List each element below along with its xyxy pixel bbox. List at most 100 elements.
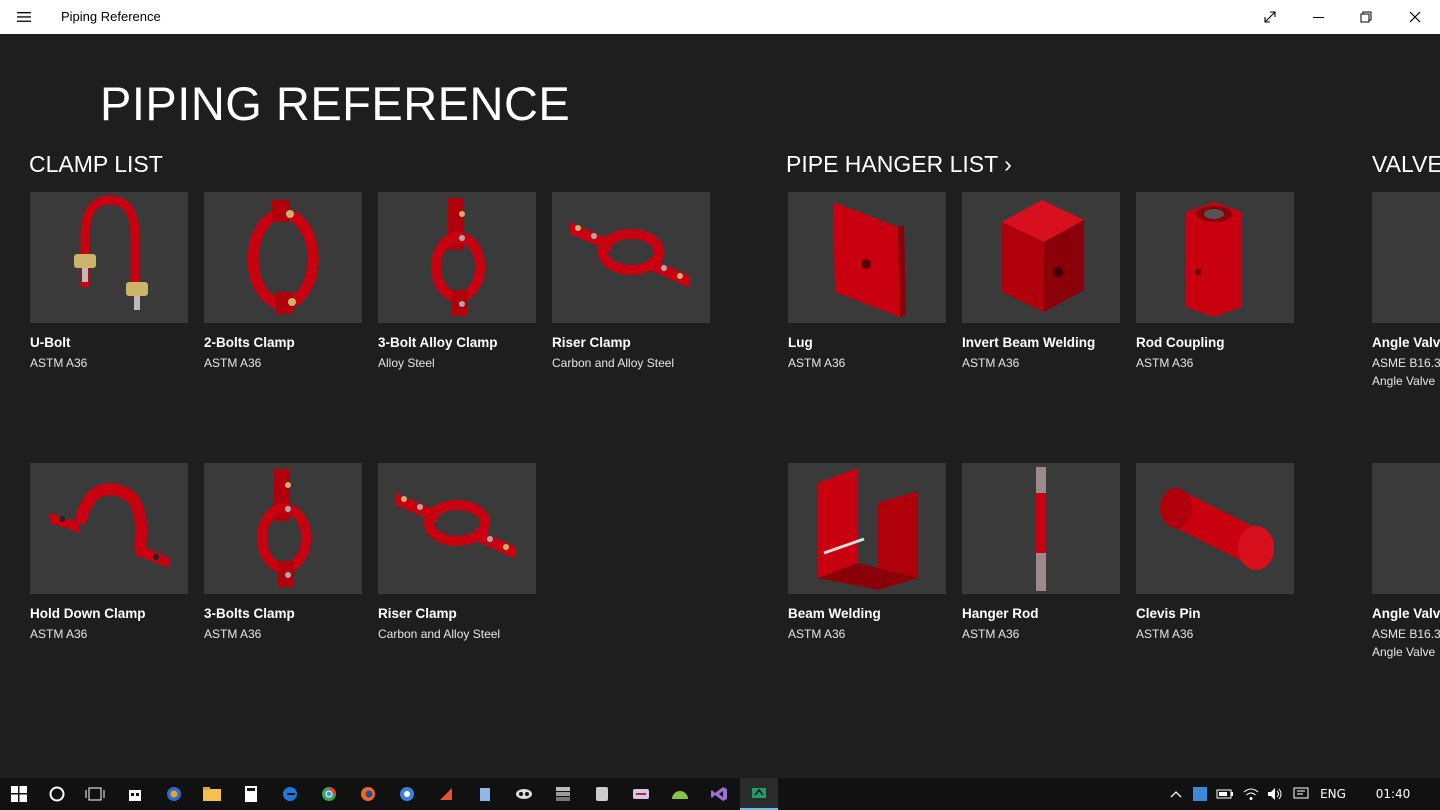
wifi-icon[interactable] [1240, 778, 1262, 810]
tile-title: Clevis Pin [1136, 606, 1201, 621]
action-center-icon[interactable] [1290, 778, 1312, 810]
tile-lug[interactable]: Lug ASTM A36 [788, 192, 948, 392]
tile-beam-welding[interactable]: Beam Welding ASTM A36 [788, 463, 948, 663]
tile-material: ASME B16.34 Angle Valve [1372, 625, 1440, 661]
tile-title: Rod Coupling [1136, 335, 1225, 350]
tile-clevis-pin[interactable]: Clevis Pin ASTM A36 [1136, 463, 1296, 663]
tile-title: Lug [788, 335, 813, 350]
tile-rod-coupling[interactable]: Rod Coupling ASTM A36 [1136, 192, 1296, 392]
tile-title: Riser Clamp [552, 335, 631, 350]
tile-2-bolts-clamp[interactable]: 2-Bolts Clamp ASTM A36 [204, 192, 364, 392]
tile-material-line: ASME B16.34 [1372, 627, 1440, 641]
app-title: Piping Reference [61, 9, 161, 24]
tile-u-bolt[interactable]: U-Bolt ASTM A36 [30, 192, 190, 392]
clamp-list-header[interactable]: CLAMP LIST [29, 151, 163, 178]
task-view-icon[interactable] [76, 778, 114, 810]
close-icon[interactable] [1392, 0, 1438, 34]
visual-studio-icon[interactable] [700, 778, 738, 810]
riser-clamp-image [552, 192, 710, 323]
tile-hanger-rod[interactable]: Hanger Rod ASTM A36 [962, 463, 1122, 663]
tile-3-bolt-alloy-clamp[interactable]: 3-Bolt Alloy Clamp Alloy Steel [378, 192, 538, 392]
tile-material: Alloy Steel [378, 356, 435, 370]
pipe-hanger-list-header[interactable]: PIPE HANGER LIST › [786, 151, 1012, 178]
tile-riser-clamp[interactable]: Riser Clamp Carbon and Alloy Steel [552, 192, 712, 392]
restore-icon[interactable] [1343, 0, 1389, 34]
riser-clamp-image [378, 463, 536, 594]
hamburger-icon[interactable] [10, 5, 38, 29]
file-explorer-icon[interactable] [193, 778, 231, 810]
app-icon[interactable] [427, 778, 465, 810]
tile-material-line: ASME B16.34 [1372, 356, 1440, 370]
tile-hold-down-clamp[interactable]: Hold Down Clamp ASTM A36 [30, 463, 190, 663]
chevron-right-icon: › [1004, 151, 1012, 177]
tile-material: ASTM A36 [30, 627, 88, 641]
tile-title: Hanger Rod [962, 606, 1039, 621]
invert-beam-welding-image [962, 192, 1120, 323]
tile-material: ASTM A36 [962, 627, 1020, 641]
tile-title: Angle Valv [1372, 606, 1440, 621]
app-icon[interactable] [544, 778, 582, 810]
tile-riser-clamp-2[interactable]: Riser Clamp Carbon and Alloy Steel [378, 463, 538, 663]
tile-3-bolts-clamp[interactable]: 3-Bolts Clamp ASTM A36 [204, 463, 364, 663]
cortana-circle-icon[interactable] [38, 778, 76, 810]
chrome-icon[interactable] [310, 778, 348, 810]
tile-material: ASTM A36 [1136, 627, 1194, 641]
tile-title: Riser Clamp [378, 606, 457, 621]
angle-valve-image [1372, 192, 1440, 323]
pipe-hanger-list-label: PIPE HANGER LIST [786, 151, 998, 177]
tray-app-icon[interactable] [1190, 778, 1210, 810]
windows-logo-icon[interactable] [0, 778, 38, 810]
app-icon[interactable] [388, 778, 426, 810]
tile-material: ASTM A36 [204, 627, 262, 641]
app-icon[interactable] [583, 778, 621, 810]
clock[interactable]: 01:40 [1360, 778, 1426, 810]
tile-type-line: Angle Valve [1372, 645, 1436, 659]
tile-material: Carbon and Alloy Steel [378, 627, 501, 641]
tile-material: ASTM A36 [1136, 356, 1194, 370]
hub-title: PIPING REFERENCE [100, 77, 571, 130]
edge-icon[interactable] [271, 778, 309, 810]
taskbar: ENG 01:40 [0, 778, 1440, 810]
tile-title: U-Bolt [30, 335, 71, 350]
tile-material: ASTM A36 [204, 356, 262, 370]
3-bolts-clamp-image [204, 463, 362, 594]
tile-invert-beam-welding[interactable]: Invert Beam Welding ASTM A36 [962, 192, 1122, 392]
app-icon[interactable] [505, 778, 543, 810]
2-bolts-clamp-image [204, 192, 362, 323]
fullscreen-icon[interactable] [1247, 0, 1293, 34]
3-bolt-alloy-clamp-image [378, 192, 536, 323]
store-icon[interactable] [116, 778, 154, 810]
app-icon[interactable] [466, 778, 504, 810]
app-icon[interactable] [622, 778, 660, 810]
calculator-icon[interactable] [232, 778, 270, 810]
minimize-icon[interactable] [1295, 0, 1341, 34]
beam-welding-image [788, 463, 946, 594]
angle-valve-image [1372, 463, 1440, 594]
tile-title: 3-Bolts Clamp [204, 606, 295, 621]
title-bar: Piping Reference [0, 0, 1440, 34]
hold-down-clamp-image [30, 463, 188, 594]
tile-type-line: Angle Valve [1372, 374, 1436, 388]
rod-coupling-image [1136, 192, 1294, 323]
android-icon[interactable] [661, 778, 699, 810]
hub-content: PIPING REFERENCE CLAMP LIST PIPE HANGER … [0, 34, 1440, 778]
volume-icon[interactable] [1264, 778, 1286, 810]
firefox-dev-icon[interactable] [155, 778, 193, 810]
lug-image [788, 192, 946, 323]
tile-title: 3-Bolt Alloy Clamp [378, 335, 498, 350]
tile-title: Angle Valv [1372, 335, 1440, 350]
firefox-icon[interactable] [349, 778, 387, 810]
valve-list-header[interactable]: VALVE [1372, 151, 1440, 178]
tile-material: ASME B16.34 Angle Valve [1372, 354, 1440, 390]
tile-material: ASTM A36 [30, 356, 88, 370]
language-indicator[interactable]: ENG [1314, 778, 1352, 810]
battery-icon[interactable] [1214, 778, 1236, 810]
tile-angle-valve-2[interactable]: Angle Valv ASME B16.34 Angle Valve [1372, 463, 1440, 663]
tile-material: ASTM A36 [788, 356, 846, 370]
u-bolt-image [30, 192, 188, 323]
piping-reference-icon[interactable] [740, 778, 778, 810]
tile-title: Beam Welding [788, 606, 881, 621]
tile-angle-valve[interactable]: Angle Valv ASME B16.34 Angle Valve [1372, 192, 1440, 392]
chevron-up-icon[interactable] [1166, 778, 1186, 810]
tile-material: ASTM A36 [788, 627, 846, 641]
